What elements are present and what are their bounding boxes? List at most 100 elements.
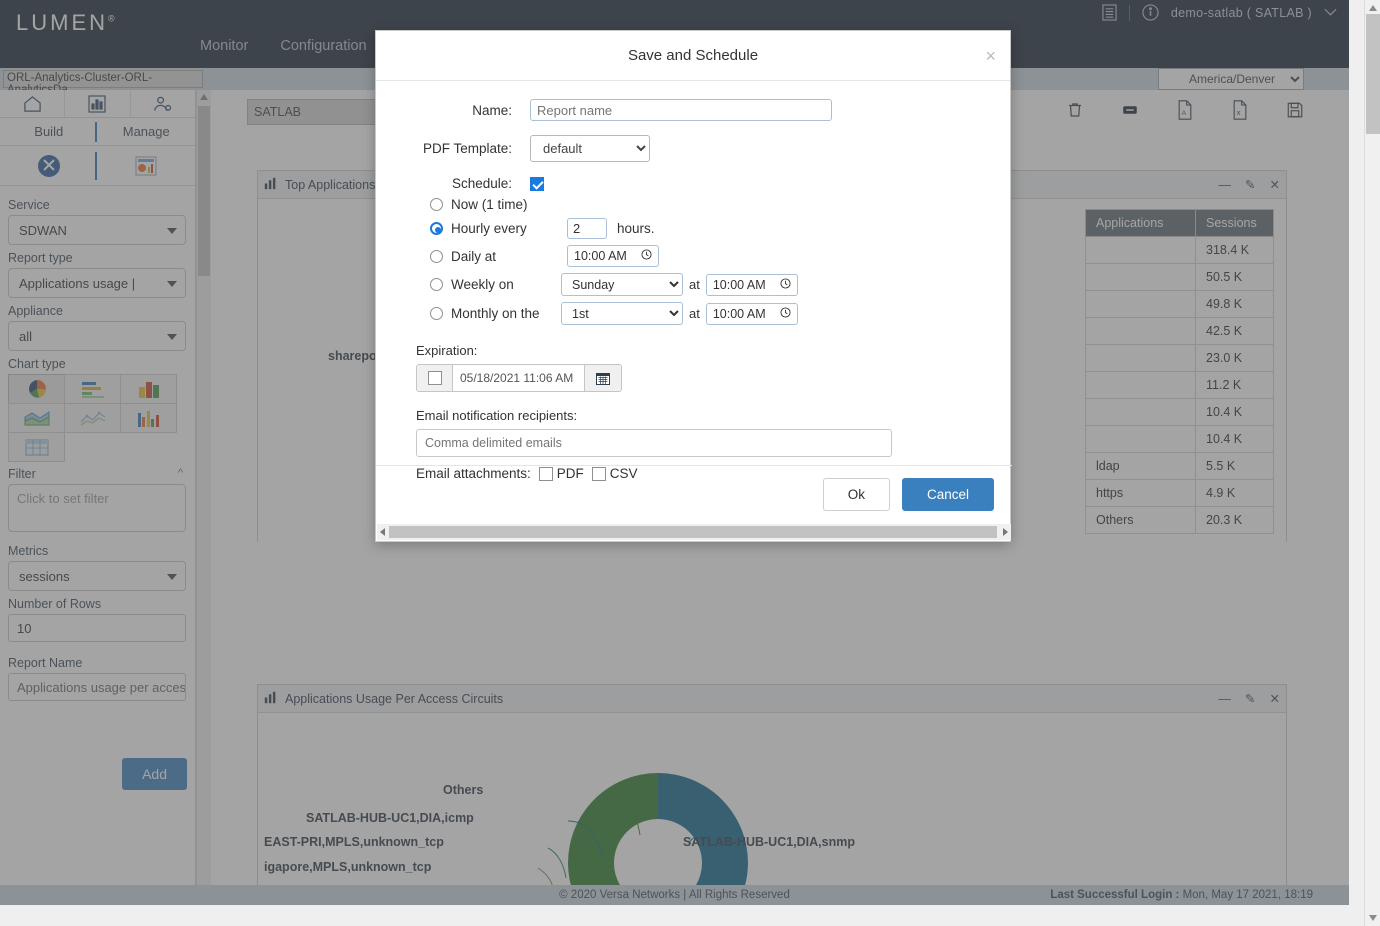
schedule-enabled-checkbox[interactable] bbox=[530, 177, 544, 191]
radio-hourly[interactable] bbox=[430, 222, 443, 235]
pie-chart-icon[interactable] bbox=[8, 374, 65, 404]
nav-item-monitor[interactable]: Monitor bbox=[200, 38, 248, 54]
cell-sessions: 50.5 K bbox=[1196, 264, 1274, 291]
lumen-logo[interactable]: LUMEN® bbox=[16, 10, 118, 36]
toolbar-icon-group: A x bbox=[1059, 94, 1311, 126]
minimize-icon[interactable]: — bbox=[1219, 178, 1232, 192]
sidebar-scrollbar[interactable] bbox=[196, 90, 210, 905]
edit-icon[interactable]: ✎ bbox=[1245, 177, 1255, 192]
edit-icon[interactable]: ✎ bbox=[1245, 691, 1255, 706]
tools-icon[interactable] bbox=[0, 146, 98, 185]
close-icon[interactable]: ✕ bbox=[1270, 177, 1280, 192]
widget-actions: — ✎ ✕ bbox=[1219, 691, 1280, 706]
label-hourly: Hourly every bbox=[451, 221, 555, 236]
monthly-time-input[interactable]: 10:00 AM bbox=[706, 303, 798, 325]
3d-bar-chart-icon[interactable] bbox=[120, 374, 177, 404]
last-login-label: Last Successful Login : bbox=[1050, 889, 1179, 901]
report-type-select[interactable]: Applications usage | bbox=[8, 268, 186, 298]
hours-input[interactable] bbox=[567, 218, 607, 239]
clock-icon[interactable] bbox=[780, 278, 791, 292]
weekday-select[interactable]: Sunday bbox=[561, 273, 683, 296]
chart-icon[interactable] bbox=[65, 90, 130, 117]
page-scroll-thumb[interactable] bbox=[1366, 14, 1380, 134]
pdf-template-select[interactable]: default bbox=[530, 135, 650, 162]
minus-icon[interactable] bbox=[1114, 94, 1146, 126]
report-icon[interactable] bbox=[98, 146, 196, 185]
radio-now[interactable] bbox=[430, 198, 443, 211]
add-button[interactable]: Add bbox=[122, 758, 187, 790]
report-name-input[interactable]: Applications usage per access circu bbox=[8, 673, 186, 701]
schedule-label: Schedule: bbox=[400, 176, 530, 191]
info-icon[interactable] bbox=[1142, 4, 1159, 21]
column-header-applications[interactable]: Applications bbox=[1086, 210, 1196, 237]
cell-sessions: 42.5 K bbox=[1196, 318, 1274, 345]
radio-daily[interactable] bbox=[430, 250, 443, 263]
search-input[interactable]: SATLAB bbox=[247, 99, 389, 125]
close-icon[interactable]: × bbox=[985, 47, 996, 65]
table-icon[interactable] bbox=[8, 432, 65, 462]
excel-export-icon[interactable]: x bbox=[1224, 94, 1256, 126]
page-vertical-scrollbar[interactable] bbox=[1364, 0, 1380, 926]
month-day-select[interactable]: 1st bbox=[561, 302, 683, 325]
minimize-icon[interactable]: — bbox=[1219, 692, 1232, 706]
clock-icon[interactable] bbox=[780, 307, 791, 321]
page-scroll-down-arrow[interactable] bbox=[1369, 915, 1377, 921]
scroll-up-arrow[interactable] bbox=[200, 94, 208, 100]
report-name-field[interactable] bbox=[530, 99, 832, 121]
cancel-button[interactable]: Cancel bbox=[902, 478, 994, 511]
daily-time-input[interactable]: 10:00 AM bbox=[567, 245, 659, 267]
scroll-thumb[interactable] bbox=[389, 526, 997, 538]
filter-input[interactable]: Click to set filter bbox=[8, 484, 186, 532]
metrics-select[interactable]: sessions bbox=[8, 561, 186, 591]
weekly-time-value: 10:00 AM bbox=[713, 278, 766, 292]
expiration-checkbox[interactable] bbox=[428, 371, 442, 385]
user-settings-icon[interactable] bbox=[131, 90, 195, 117]
scroll-right-arrow[interactable] bbox=[1003, 528, 1008, 536]
cell-application bbox=[1086, 237, 1196, 264]
line-chart-icon[interactable] bbox=[64, 403, 121, 433]
expiration-date-value[interactable]: 05/18/2021 11:06 AM bbox=[453, 365, 585, 391]
pdf-export-icon[interactable]: A bbox=[1169, 94, 1201, 126]
weekly-time-input[interactable]: 10:00 AM bbox=[706, 274, 798, 296]
save-icon[interactable] bbox=[1279, 94, 1311, 126]
horizontal-bar-chart-icon[interactable] bbox=[64, 374, 121, 404]
rows-value: 10 bbox=[17, 621, 31, 636]
column-header-sessions[interactable]: Sessions bbox=[1196, 210, 1274, 237]
save-and-schedule-dialog: Save and Schedule × Name: PDF Template: … bbox=[375, 30, 1011, 542]
scroll-thumb[interactable] bbox=[198, 106, 210, 276]
home-icon[interactable] bbox=[0, 90, 65, 117]
timezone-select[interactable]: America/Denver bbox=[1158, 68, 1304, 90]
dialog-horizontal-scrollbar[interactable] bbox=[377, 524, 1011, 540]
cell-sessions: 4.9 K bbox=[1196, 480, 1274, 507]
radio-weekly[interactable] bbox=[430, 278, 443, 291]
service-select[interactable]: SDWAN bbox=[8, 215, 186, 245]
chevron-up-icon[interactable]: ^ bbox=[178, 467, 183, 479]
page-scroll-up-arrow[interactable] bbox=[1369, 5, 1377, 11]
weekly-at-label: at bbox=[689, 277, 700, 292]
tab-manage[interactable]: Manage bbox=[98, 118, 196, 145]
calendar-icon[interactable] bbox=[585, 365, 621, 391]
nav-item-configuration[interactable]: Configuration bbox=[280, 38, 366, 54]
number-of-rows-input[interactable]: 10 bbox=[8, 614, 186, 642]
area-chart-icon[interactable] bbox=[8, 403, 65, 433]
cell-application bbox=[1086, 399, 1196, 426]
trash-icon[interactable] bbox=[1059, 94, 1091, 126]
user-account-label[interactable]: demo-satlab ( SATLAB ) bbox=[1171, 6, 1312, 20]
appliance-select[interactable]: all bbox=[8, 321, 186, 351]
column-chart-icon[interactable] bbox=[120, 403, 177, 433]
tab-build[interactable]: Build bbox=[0, 118, 98, 145]
table-row: 50.5 K bbox=[1086, 264, 1274, 291]
chevron-down-icon[interactable] bbox=[1324, 8, 1337, 17]
close-icon[interactable]: ✕ bbox=[1270, 691, 1280, 706]
top-right-group: demo-satlab ( SATLAB ) bbox=[1102, 4, 1337, 21]
clock-icon[interactable] bbox=[641, 249, 652, 263]
filter-label-text: Filter bbox=[8, 467, 36, 481]
dialog-header: Save and Schedule × bbox=[376, 31, 1010, 81]
cluster-breadcrumb-input[interactable]: ORL-Analytics-Cluster-ORL-AnalyticsDa bbox=[3, 70, 203, 88]
list-icon[interactable] bbox=[1102, 4, 1117, 21]
scroll-left-arrow[interactable] bbox=[380, 528, 385, 536]
dialog-body: Name: PDF Template: default Schedule: No… bbox=[376, 81, 1010, 476]
ok-button[interactable]: Ok bbox=[823, 478, 890, 511]
radio-monthly[interactable] bbox=[430, 307, 443, 320]
email-recipients-input[interactable] bbox=[416, 429, 892, 457]
